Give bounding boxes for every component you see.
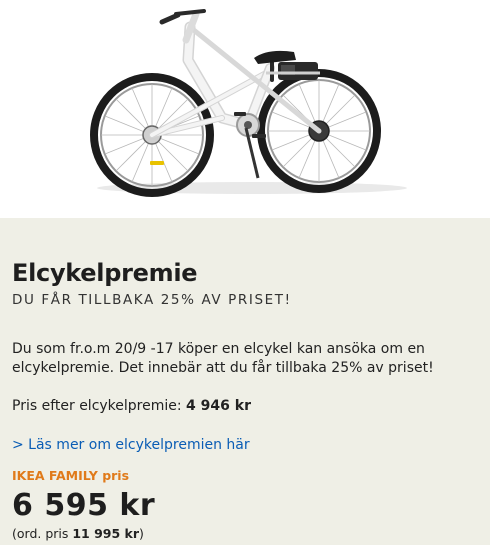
product-title: Elcykelpremie [12,259,198,287]
read-more-link[interactable]: > Läs mer om elcykelpremien här [12,436,250,455]
price-after-premium-label: Pris efter elcykelpremie: [12,398,187,414]
product-price: 6 595 kr [12,488,156,523]
price-after-premium: Pris efter elcykelpremie: 4 946 kr [12,397,251,416]
product-info-panel: Elcykelpremie DU FÅR TILLBAKA 25% AV PRI… [0,218,490,545]
price-after-premium-value: 4 946 kr [186,398,251,414]
product-description: Du som fr.o.m 20/9 -17 köper en elcykel … [12,341,434,376]
ordinary-price: (ord. pris 11 995 kr) [12,526,144,542]
ordinary-price-suffix: ) [139,526,144,541]
ordinary-price-value: 11 995 kr [72,526,140,541]
electric-bike-illustration [90,9,407,197]
battery-pack [278,62,318,80]
product-subtitle: DU FÅR TILLBAKA 25% AV PRISET! [12,292,292,308]
ordinary-price-prefix: (ord. pris [12,526,73,541]
product-image [0,0,490,218]
ikea-family-price-label: IKEA FAMILY pris [12,468,130,483]
